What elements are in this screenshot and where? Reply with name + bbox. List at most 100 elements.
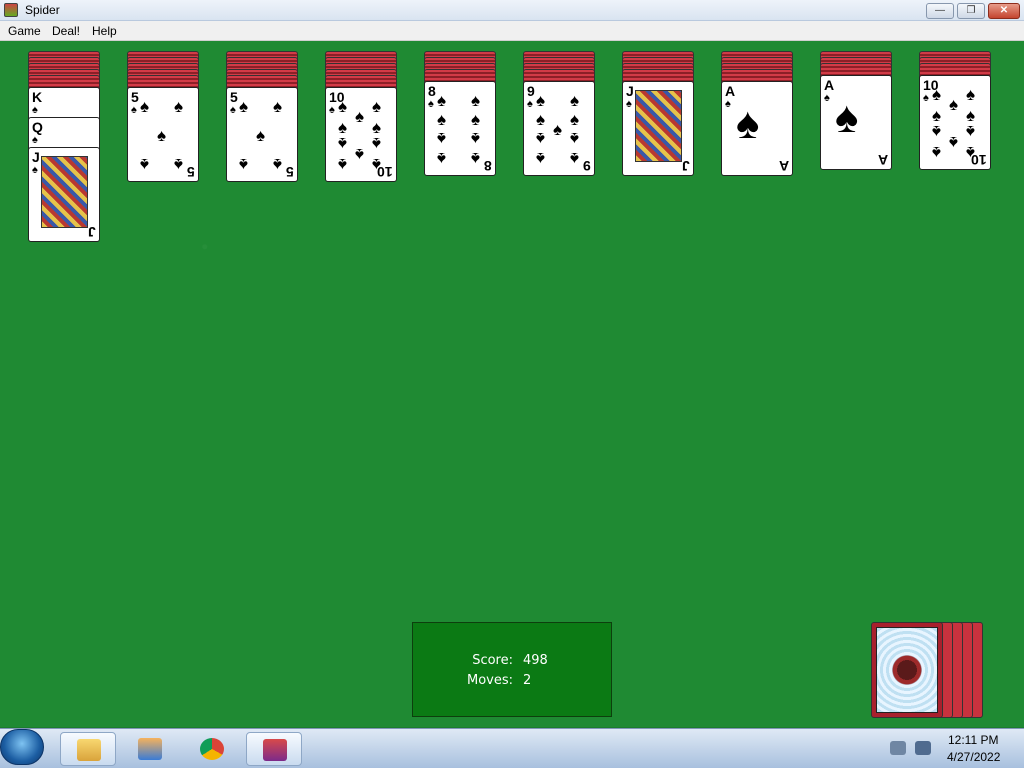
window-title: Spider <box>25 3 60 17</box>
taskbar-media-player[interactable] <box>122 732 178 766</box>
close-button[interactable]: ✕ <box>988 3 1020 19</box>
playing-card[interactable]: 5 ♠ 5 ♠ ♠ ♠ ♠ ♠ <box>226 87 298 182</box>
spade-icon: ♠ <box>230 104 236 116</box>
volume-icon[interactable] <box>915 741 931 755</box>
spade-icon: ♠ <box>536 110 546 130</box>
menu-help[interactable]: Help <box>92 24 117 38</box>
taskbar-explorer[interactable] <box>60 732 116 766</box>
spade-icon: ♠ <box>32 104 38 116</box>
clock-date[interactable]: 4/27/2022 <box>947 750 1000 764</box>
spade-icon: ♠ <box>932 85 942 104</box>
clock-time[interactable]: 12:11 PM <box>948 733 998 747</box>
spade-icon: ♠ <box>338 155 348 174</box>
playing-card[interactable]: 9 ♠ 9 ♠ ♠ ♠ ♠ ♠ ♠ ♠ ♠ ♠ <box>523 81 595 176</box>
restore-button[interactable]: ❐ <box>957 3 985 19</box>
spade-icon: ♠ <box>949 95 959 115</box>
spade-icon: ♠ <box>570 91 580 110</box>
media-player-icon <box>138 738 162 760</box>
card-rank-bottom: J <box>682 158 690 174</box>
spade-icon: ♠ <box>536 149 546 168</box>
spade-icon: ♠ <box>932 122 942 142</box>
spade-icon: ♠ <box>437 91 447 110</box>
chrome-icon <box>200 738 224 760</box>
spade-icon: ♠ <box>355 107 365 127</box>
spider-icon <box>263 739 287 761</box>
card-pips: ♠ ♠ ♠ ♠ ♠ ♠ ♠ ♠ <box>437 91 483 168</box>
spade-icon: ♠ <box>329 104 335 116</box>
spade-icon: ♠ <box>725 98 731 110</box>
score-value: 498 <box>523 653 548 668</box>
playing-card[interactable]: A ♠ A ♠ <box>721 81 793 176</box>
spade-icon: ♠ <box>736 99 760 148</box>
spade-icon: ♠ <box>32 134 38 146</box>
card-rank: A <box>725 83 736 99</box>
spade-icon: ♠ <box>923 92 929 104</box>
stock-pile[interactable] <box>871 622 943 718</box>
card-rank-bottom: 5 <box>187 164 195 180</box>
network-icon[interactable] <box>890 741 906 755</box>
menu-bar: Game Deal! Help <box>0 21 1024 41</box>
playing-card[interactable]: J ♠ J <box>28 147 100 242</box>
card-pips: ♠ ♠ ♠ ♠ ♠ ♠ ♠ ♠ ♠ ♠ <box>338 97 384 174</box>
card-rank: A <box>824 77 835 93</box>
playing-card[interactable]: 10 ♠ 10 ♠ ♠ ♠ ♠ ♠ ♠ ♠ ♠ ♠ ♠ <box>325 87 397 182</box>
face-card-art <box>41 156 88 228</box>
card-rank-bottom: A <box>778 158 789 174</box>
spade-icon: ♠ <box>471 149 481 168</box>
minimize-button[interactable]: — <box>926 3 954 19</box>
taskbar <box>0 728 1024 768</box>
spade-icon: ♠ <box>174 155 184 174</box>
score-label: Score: <box>472 653 513 668</box>
playing-card[interactable]: 10 ♠ 10 ♠ ♠ ♠ ♠ ♠ ♠ ♠ ♠ ♠ ♠ <box>919 75 991 170</box>
taskbar-spider[interactable] <box>246 732 302 766</box>
spade-icon: ♠ <box>338 97 348 116</box>
spade-icon: ♠ <box>140 97 150 116</box>
spade-icon: ♠ <box>174 97 184 116</box>
card-rank-bottom: 9 <box>583 158 591 174</box>
spade-icon: ♠ <box>824 92 830 104</box>
card-rank-bottom: A <box>877 152 888 168</box>
playing-card[interactable]: 5 ♠ 5 ♠ ♠ ♠ ♠ ♠ <box>127 87 199 182</box>
card-rank-bottom: 8 <box>484 158 492 174</box>
spade-icon: ♠ <box>140 155 150 174</box>
spade-icon: ♠ <box>437 110 447 130</box>
spade-icon: ♠ <box>428 98 434 110</box>
spade-icon: ♠ <box>355 144 365 164</box>
card-pips: ♠ ♠ ♠ ♠ ♠ ♠ ♠ ♠ ♠ <box>536 91 582 168</box>
card-rank: 8 <box>428 83 436 99</box>
playing-card[interactable]: J ♠ J <box>622 81 694 176</box>
card-pips: ♠ ♠ ♠ ♠ ♠ <box>239 97 285 174</box>
menu-game[interactable]: Game <box>8 24 41 38</box>
spade-icon: ♠ <box>471 129 481 149</box>
card-pips: ♠ ♠ ♠ ♠ ♠ <box>140 97 186 174</box>
spade-icon: ♠ <box>157 126 167 145</box>
taskbar-chrome[interactable] <box>184 732 240 766</box>
spade-icon: ♠ <box>239 97 249 116</box>
spade-icon: ♠ <box>471 110 481 130</box>
card-rank: 9 <box>527 83 535 99</box>
playing-card[interactable]: A ♠ A ♠ <box>820 75 892 170</box>
menu-deal[interactable]: Deal! <box>52 24 80 38</box>
spade-icon: ♠ <box>966 85 976 104</box>
spider-icon <box>876 627 938 713</box>
spade-icon: ♠ <box>372 97 382 116</box>
card-rank-bottom: 5 <box>286 164 294 180</box>
card-rank: J <box>626 83 634 99</box>
spade-icon: ♠ <box>372 155 382 174</box>
spade-icon: ♠ <box>273 97 283 116</box>
spade-icon: ♠ <box>32 164 38 176</box>
title-bar: Spider — ❐ ✕ <box>0 0 1024 21</box>
spade-icon: ♠ <box>966 143 976 162</box>
card-pips: ♠ ♠ ♠ ♠ ♠ ♠ ♠ ♠ ♠ ♠ <box>932 85 978 162</box>
spade-icon: ♠ <box>553 120 563 139</box>
playing-card[interactable]: 8 ♠ 8 ♠ ♠ ♠ ♠ ♠ ♠ ♠ ♠ <box>424 81 496 176</box>
spade-icon: ♠ <box>536 91 546 110</box>
spade-icon: ♠ <box>338 134 348 154</box>
spade-icon: ♠ <box>273 155 283 174</box>
folder-icon <box>77 739 101 761</box>
moves-label: Moves: <box>466 673 513 688</box>
spade-icon: ♠ <box>570 129 580 149</box>
start-button[interactable] <box>0 729 44 765</box>
spade-icon: ♠ <box>372 134 382 154</box>
spade-icon: ♠ <box>256 126 266 145</box>
